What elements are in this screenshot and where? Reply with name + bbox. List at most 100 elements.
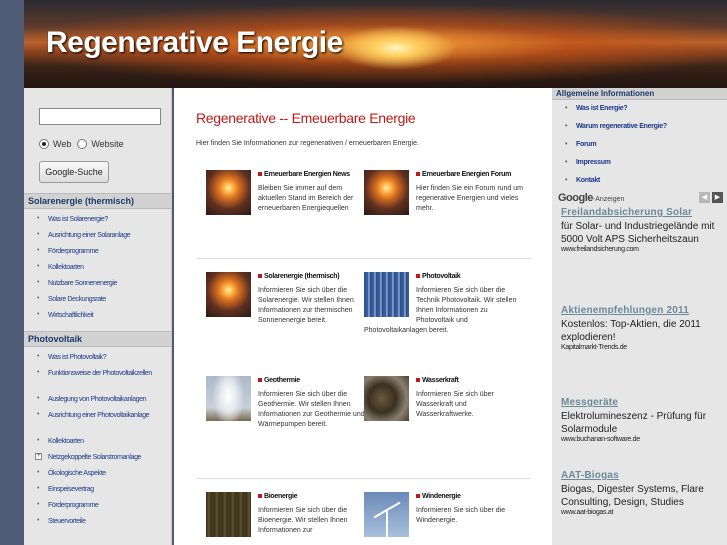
right-nav-label: Kontakt [576, 177, 600, 184]
general-info-nav: • Was ist Energie? • Warum regenerative En… [552, 100, 727, 194]
divider [196, 478, 531, 479]
nav-item[interactable]: • Nutzbare Sonnenenergie [24, 277, 171, 293]
page-frame: Regenerative Energie Web Website Google-… [0, 0, 727, 545]
ads-prev-arrow-icon[interactable]: ◀ [699, 192, 710, 203]
ad-title-link[interactable]: AAT-Biogas [561, 469, 721, 483]
ad-body: Elektrolumineszenz - Prüfung für Solarmo… [561, 411, 707, 435]
bullet-icon: • [37, 411, 40, 418]
nav-item[interactable]: • Förderprogramme [24, 245, 171, 261]
nav-item[interactable]: • Einspeisevertrag [24, 483, 171, 499]
expand-plus-icon[interactable]: + [35, 453, 42, 460]
nav-item[interactable]: • Wirtschaftlichkeit [24, 309, 171, 325]
nav-label: Was ist Solarenergie? [48, 216, 108, 223]
nav-item[interactable]: • Kollektoarten [24, 261, 171, 277]
right-nav-item[interactable]: • Warum regenerative Energie? [552, 122, 727, 140]
site-title[interactable]: Regenerative Energie [46, 26, 343, 60]
ad-url[interactable]: www.freilandsicherung.com [561, 246, 721, 253]
bullet-icon: • [37, 437, 40, 444]
section-solarenergie-heading[interactable]: Solarenergie (thermisch) [24, 193, 171, 209]
square-bullet-icon [416, 378, 420, 383]
nav-item[interactable]: • Kollektoarten [24, 435, 171, 451]
nav-item[interactable]: • Ausrichtung einer Photovoltaikanlage [24, 409, 171, 435]
bullet-icon: • [37, 311, 40, 318]
nav-label: Förderprogramme [48, 502, 99, 509]
card-bioenergie: Bioenergie Informieren Sie sich über die… [206, 492, 366, 539]
photovoltaik-nav: • Was ist Photovoltaik? • Funktionsweise d… [24, 347, 171, 533]
ad-block: Freilandabsicherung Solar für Solar- und… [561, 206, 721, 253]
windenergie-thumbnail[interactable] [364, 492, 409, 537]
right-nav-label: Was ist Energie? [576, 105, 628, 112]
nav-label: Ökologische Aspekte [48, 470, 106, 477]
news-thumbnail[interactable] [206, 170, 251, 215]
nav-label: Förderprogramme [48, 248, 99, 255]
ad-url[interactable]: www.aat-biogas.at [561, 509, 721, 516]
nav-item[interactable]: • Was ist Photovoltaik? [24, 351, 171, 367]
nav-item[interactable]: • Auslegung von Photovoltaikanlagen [24, 393, 171, 409]
nav-label: Ausrichtung einer Solaranlage [48, 232, 131, 239]
photovoltaik-thumbnail[interactable] [364, 272, 409, 317]
radio-web-label: Web [53, 139, 72, 149]
bioenergie-thumbnail[interactable] [206, 492, 251, 537]
right-nav-item[interactable]: • Was ist Energie? [552, 104, 727, 122]
right-nav-item[interactable]: • Impressum [552, 158, 727, 176]
card-solarenergie: Solarenergie (thermisch) Informieren Sie… [206, 272, 366, 326]
square-bullet-icon [416, 274, 420, 279]
bullet-icon: • [37, 215, 40, 222]
radio-web[interactable] [39, 139, 49, 149]
ad-url[interactable]: Kapitalmarkt-Trends.de [561, 344, 721, 351]
card-wasserkraft: Wasserkraft Informieren Sie sich über Wa… [364, 376, 524, 423]
bullet-icon: • [37, 517, 40, 524]
right-nav-item[interactable]: • Forum [552, 140, 727, 158]
solarenergie-thumbnail[interactable] [206, 272, 251, 317]
nav-label: Nutzbare Sonnenenergie [48, 280, 118, 287]
bullet-icon: • [37, 263, 40, 270]
nav-label: Kollektoarten [48, 438, 84, 445]
radio-website[interactable] [77, 139, 88, 149]
nav-label: Was ist Photovoltaik? [48, 354, 107, 361]
ad-title-link[interactable]: Freilandabsicherung Solar [561, 206, 721, 220]
right-nav-label: Impressum [576, 159, 611, 166]
bullet-icon: • [37, 353, 40, 360]
card-title-text: Geothermie [264, 377, 300, 384]
solarenergie-nav: • Was ist Solarenergie? • Ausrichtung eine… [24, 209, 171, 327]
nav-label: Wirtschaftlichkeit [48, 312, 94, 319]
nav-label: Funktionsweise der Photovoltaikzellen [48, 370, 152, 377]
ads-label: -Anzeigen [592, 196, 625, 203]
search-input[interactable] [39, 108, 161, 125]
nav-label: Einspeisevertrag [48, 486, 94, 493]
card-title-text: Erneuerbare Energien Forum [422, 171, 512, 178]
nav-item[interactable]: • Solare Deckungsrate [24, 293, 171, 309]
square-bullet-icon [416, 172, 420, 177]
card-geothermie: Geothermie Informieren Sie sich über die… [206, 376, 366, 430]
bullet-icon: • [37, 247, 40, 254]
section-photovoltaik-heading[interactable]: Photovoltaik [24, 331, 171, 347]
ad-url[interactable]: www.buchanan-software.de [561, 436, 721, 443]
bullet-icon: • [565, 177, 568, 184]
nav-item[interactable]: • Förderprogramme [24, 499, 171, 515]
card-title-text: Windenergie [422, 493, 461, 500]
nav-item[interactable]: • Ausrichtung einer Solaranlage [24, 229, 171, 245]
nav-item[interactable]: • Funktionsweise der Photovoltaikzellen [24, 367, 171, 393]
ad-title-link[interactable]: Aktienempfehlungen 2011 [561, 304, 721, 318]
bullet-icon: • [565, 123, 568, 130]
nav-item[interactable]: • Ökologische Aspekte [24, 467, 171, 483]
nav-label: Ausrichtung einer Photovoltaikanlage [48, 412, 150, 419]
forum-thumbnail[interactable] [364, 170, 409, 215]
card-forum: Erneuerbare Energien Forum Hier finden S… [364, 170, 524, 217]
wasserkraft-thumbnail[interactable] [364, 376, 409, 421]
geothermie-thumbnail[interactable] [206, 376, 251, 421]
nav-item[interactable]: • Steuervorteile [24, 515, 171, 531]
ad-block: Aktienempfehlungen 2011 Kostenlos: Top-A… [561, 304, 721, 351]
nav-item[interactable]: • Was ist Solarenergie? [24, 213, 171, 229]
page-title: Regenerative -- Emeuerbare Energie [196, 110, 416, 126]
main-content: Regenerative -- Emeuerbare Energie Hier … [174, 88, 552, 545]
ad-title-link[interactable]: Messgeräte [561, 396, 721, 410]
google-logo: Google [558, 192, 593, 204]
square-bullet-icon [258, 378, 262, 383]
intro-text: Hier finden Sie Informationen zur regene… [196, 140, 419, 147]
google-search-button[interactable]: Google-Suche [39, 161, 109, 183]
nav-item-expandable[interactable]: + Netzgekoppelte Solarstromanlage [24, 451, 171, 467]
bullet-icon: • [37, 279, 40, 286]
card-title-text: Erneuerbare Energien News [264, 171, 350, 178]
ads-next-arrow-icon[interactable]: ▶ [712, 192, 723, 203]
